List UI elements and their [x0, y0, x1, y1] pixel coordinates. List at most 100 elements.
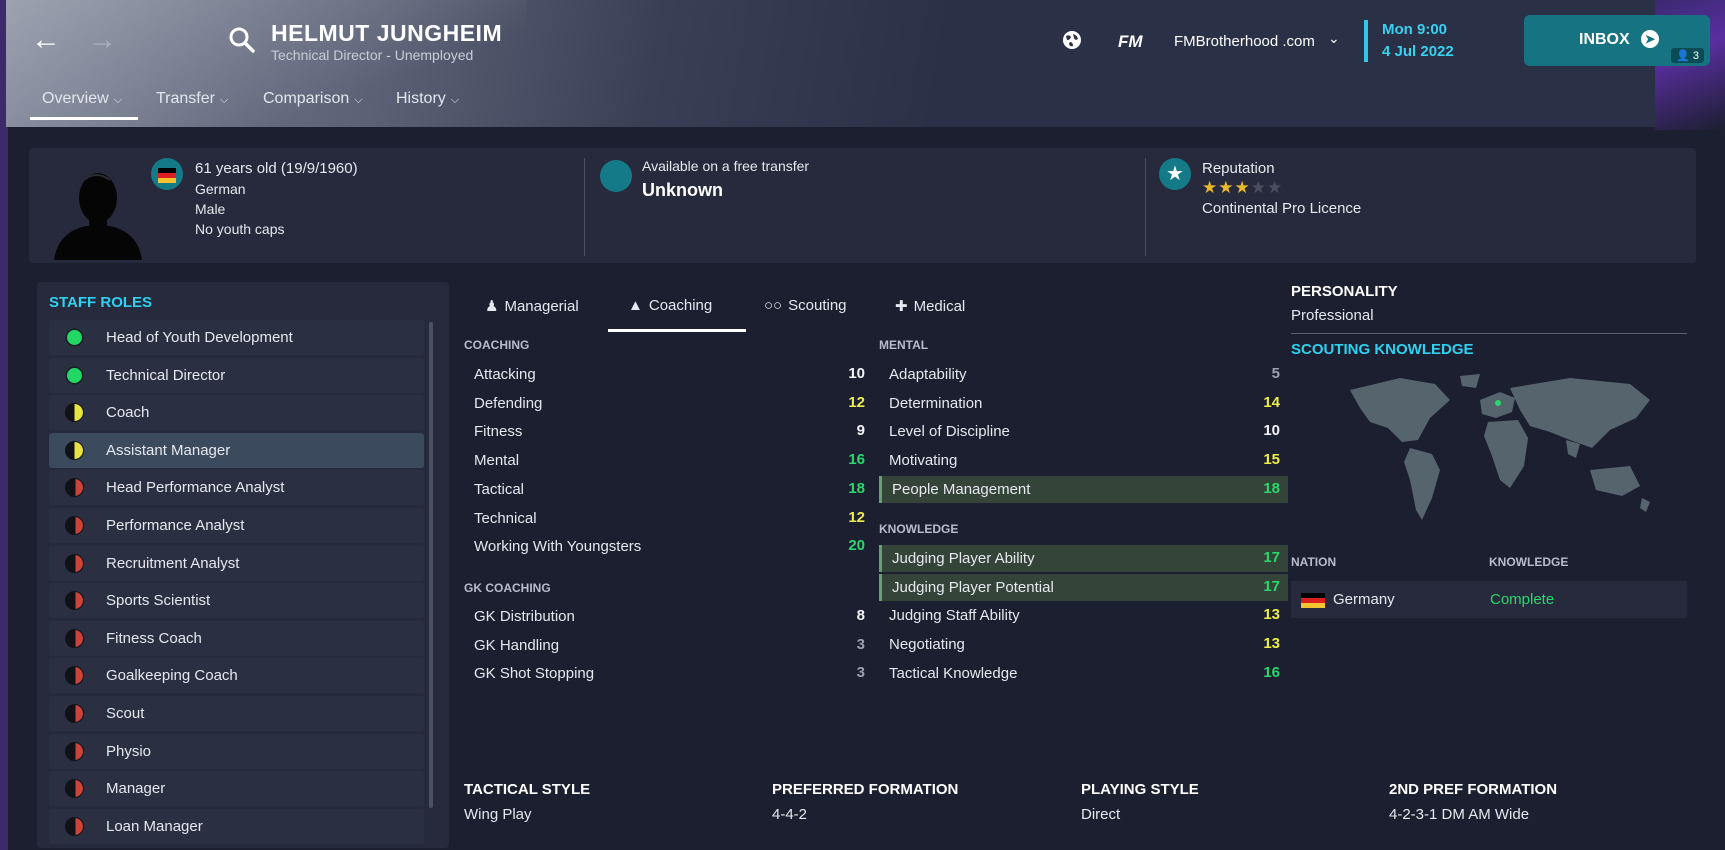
staff-role-label: Coach	[106, 404, 150, 422]
tab-managerial[interactable]: ♟ Managerial	[485, 297, 579, 315]
staff-role-row[interactable]: Scout	[49, 695, 424, 731]
staff-role-row[interactable]: Loan Manager	[49, 808, 424, 844]
attribute-name: Judging Staff Ability	[889, 607, 1020, 625]
tactical-style-label: TACTICAL STYLE	[464, 781, 591, 798]
knowledge-column-header: KNOWLEDGE	[1489, 555, 1569, 569]
tab-coaching[interactable]: ▲ Coaching	[628, 297, 712, 314]
role-suitability-icon	[65, 365, 84, 385]
attribute-value: 17	[1263, 549, 1280, 566]
second-formation-label: 2ND PREF FORMATION	[1389, 781, 1558, 798]
attribute-value: 15	[1263, 451, 1280, 469]
inbox-count-badge: 👤 3	[1671, 48, 1704, 63]
germany-flag-icon	[1301, 593, 1325, 608]
chevron-down-icon: ⌵	[219, 94, 229, 106]
staff-role-row[interactable]: Physio	[49, 733, 424, 769]
attribute-row[interactable]: Working With Youngsters 20	[464, 533, 873, 560]
knowledge-level: Complete	[1490, 591, 1555, 608]
role-suitability-icon	[65, 440, 84, 460]
attribute-row[interactable]: GK Shot Stopping 3	[464, 660, 873, 687]
attribute-row[interactable]: Level of Discipline 10	[879, 418, 1288, 445]
staff-role-row[interactable]: Performance Analyst	[49, 507, 424, 543]
reputation-stars: ★★★★★	[1202, 178, 1283, 198]
manager-icon: ♟	[485, 298, 499, 315]
role-suitability-icon	[65, 515, 84, 535]
game-time: Mon 9:00	[1382, 21, 1448, 38]
attribute-row[interactable]: Attacking 10	[464, 361, 873, 388]
role-suitability-icon	[65, 403, 84, 423]
germany-flag-icon	[151, 158, 183, 190]
personality-value: Professional	[1291, 307, 1374, 324]
side-decoration	[0, 0, 8, 850]
attribute-row[interactable]: Judging Player Potential 17	[879, 573, 1288, 601]
attribute-name: Tactical	[474, 480, 525, 498]
site-dropdown-label[interactable]: FMBrotherhood .com	[1174, 33, 1315, 50]
reputation-label: Reputation	[1202, 160, 1275, 177]
world-map	[1350, 374, 1650, 520]
attribute-row[interactable]: Adaptability 5	[879, 361, 1288, 388]
staff-role-row[interactable]: Goalkeeping Coach	[49, 658, 424, 694]
attribute-name: Tactical Knowledge	[889, 664, 1018, 682]
attribute-row[interactable]: Tactical 18	[464, 476, 873, 503]
preferred-formation-label: PREFERRED FORMATION	[772, 781, 959, 798]
personality-title: PERSONALITY	[1291, 283, 1398, 300]
roles-scrollbar[interactable]	[429, 322, 433, 808]
attribute-row[interactable]: Fitness 9	[464, 418, 873, 445]
staff-role-row[interactable]: Recruitment Analyst	[49, 545, 424, 581]
attribute-row[interactable]: Tactical Knowledge 16	[879, 660, 1288, 687]
attribute-row[interactable]: Judging Player Ability 17	[879, 545, 1288, 572]
chevron-down-icon: ⌵	[450, 94, 460, 106]
attribute-row[interactable]: Mental 16	[464, 447, 873, 474]
attribute-name: Negotiating	[889, 636, 965, 654]
staff-role-row[interactable]: Head of Youth Development	[49, 320, 424, 355]
chevron-down-icon[interactable]: ⌄	[1328, 30, 1340, 47]
tab-transfer-label: Transfer	[156, 90, 215, 107]
forward-arrow-icon[interactable]: →	[84, 22, 120, 58]
staff-role-label: Head Performance Analyst	[106, 479, 285, 497]
divider	[1145, 158, 1146, 256]
tab-medical[interactable]: ✚ Medical	[895, 297, 965, 315]
tab-managerial-label: Managerial	[504, 298, 579, 315]
attribute-name: Defending	[474, 394, 543, 412]
attribute-row[interactable]: Negotiating 13	[879, 631, 1288, 658]
tab-comparison[interactable]: Comparison ⌵	[263, 90, 363, 108]
header-bar: ← → HELMUT JUNGHEIM Technical Director -…	[6, 0, 1715, 127]
star-icon: ★	[1267, 178, 1284, 197]
attribute-row[interactable]: Technical 12	[464, 505, 873, 532]
attribute-row[interactable]: GK Distribution 8	[464, 603, 873, 630]
inbox-label: INBOX	[1579, 31, 1630, 48]
staff-role-row[interactable]: Technical Director	[49, 357, 424, 393]
attribute-row[interactable]: GK Handling 3	[464, 632, 873, 659]
attribute-row[interactable]: Defending 12	[464, 390, 873, 417]
staff-role-label: Assistant Manager	[106, 441, 231, 459]
tab-history[interactable]: History ⌵	[396, 90, 459, 108]
staff-role-row[interactable]: Coach	[49, 395, 424, 431]
person-name: HELMUT JUNGHEIM	[271, 20, 503, 46]
attribute-row[interactable]: Judging Staff Ability 13	[879, 602, 1288, 629]
inbox-button[interactable]: INBOX ➤ 👤 3	[1524, 15, 1710, 66]
tab-transfer[interactable]: Transfer ⌵	[156, 90, 228, 108]
back-arrow-icon[interactable]: ←	[28, 22, 64, 58]
staff-role-row[interactable]: Assistant Manager	[49, 432, 424, 468]
divider	[1291, 333, 1687, 334]
attribute-name: People Management	[892, 480, 1031, 498]
staff-role-row[interactable]: Head Performance Analyst	[49, 470, 424, 506]
staff-role-row[interactable]: Manager	[49, 771, 424, 807]
active-tab-underline	[30, 117, 138, 120]
coaching-licence: Continental Pro Licence	[1202, 200, 1362, 217]
scouting-nation-row[interactable]: Germany Complete	[1291, 581, 1687, 618]
nation-column-header: NATION	[1291, 555, 1337, 569]
staff-role-row[interactable]: Fitness Coach	[49, 620, 424, 656]
binoculars-icon: ○○	[764, 297, 783, 314]
tab-overview[interactable]: Overview ⌵	[42, 90, 122, 108]
tab-scouting-label: Scouting	[788, 297, 847, 314]
tab-medical-label: Medical	[913, 298, 966, 315]
attribute-row[interactable]: Determination 14	[879, 390, 1288, 417]
attribute-row[interactable]: Motivating 15	[879, 447, 1288, 474]
tab-scouting[interactable]: ○○ Scouting	[764, 297, 847, 314]
attribute-name: Determination	[889, 394, 983, 412]
attribute-row[interactable]: People Management 18	[879, 475, 1288, 503]
search-icon[interactable]	[228, 26, 256, 54]
star-icon: ★	[1202, 178, 1219, 197]
globe-icon[interactable]	[1060, 28, 1084, 52]
staff-role-row[interactable]: Sports Scientist	[49, 583, 424, 619]
